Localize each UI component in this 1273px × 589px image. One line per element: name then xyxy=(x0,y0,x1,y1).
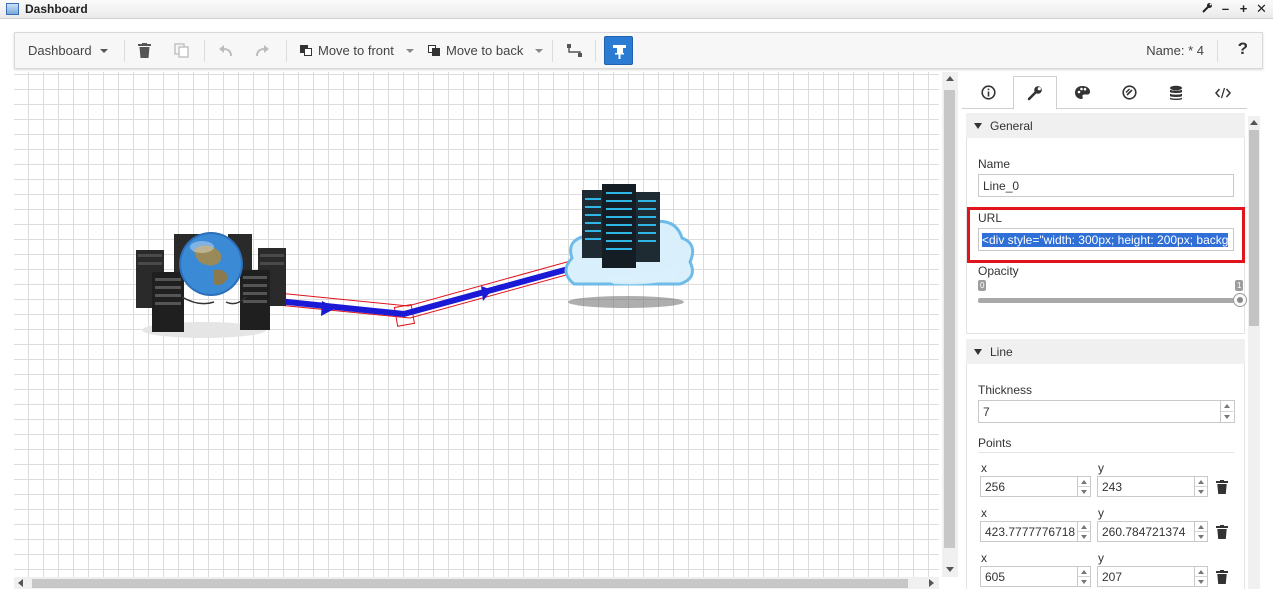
tab-code[interactable] xyxy=(1201,76,1245,109)
point-y-label: y xyxy=(1098,506,1104,520)
panel-tabs xyxy=(962,72,1247,110)
point-x-label: x xyxy=(981,461,987,475)
wrench-icon xyxy=(1027,86,1042,101)
code-icon xyxy=(1215,87,1231,98)
point-x-stepper[interactable] xyxy=(1077,567,1090,586)
point-x-input[interactable] xyxy=(980,521,1091,542)
send-back-icon xyxy=(428,45,440,56)
bring-front-icon xyxy=(300,45,312,56)
delete-point-icon[interactable] xyxy=(1216,480,1228,494)
copy-icon xyxy=(174,43,189,58)
collapse-icon xyxy=(974,122,982,129)
point-y-input[interactable] xyxy=(1097,476,1208,497)
undo-button[interactable] xyxy=(219,33,233,68)
dashboard-canvas[interactable] xyxy=(14,72,939,577)
window-title: Dashboard xyxy=(25,2,88,16)
opacity-slider-track[interactable] xyxy=(978,298,1240,303)
tab-data[interactable] xyxy=(1154,76,1198,109)
point-y-input[interactable] xyxy=(1097,566,1208,587)
point-x-stepper[interactable] xyxy=(1077,477,1090,496)
opacity-slider-handle[interactable] xyxy=(1233,293,1247,307)
pin-icon xyxy=(613,45,626,59)
redo-button[interactable] xyxy=(255,33,269,68)
chevron-down-icon xyxy=(405,48,414,53)
panel-scrollbar[interactable] xyxy=(1248,116,1260,589)
point-row: xy xyxy=(967,456,1246,501)
name-indicator: Name: * 4 xyxy=(1146,43,1204,58)
canvas-vertical-scrollbar[interactable] xyxy=(942,72,958,577)
link-icon xyxy=(1121,85,1137,100)
database-icon xyxy=(1170,85,1182,100)
connector-button[interactable] xyxy=(567,33,582,68)
tab-link[interactable] xyxy=(1107,76,1151,109)
opacity-min-label: 0 xyxy=(978,280,987,291)
point-x-stepper[interactable] xyxy=(1077,522,1090,541)
close-icon[interactable]: ✕ xyxy=(1256,1,1267,17)
point-y-stepper[interactable] xyxy=(1194,567,1207,586)
palette-icon xyxy=(1074,86,1090,99)
redo-icon xyxy=(256,44,269,56)
minimize-icon[interactable]: – xyxy=(1220,1,1231,17)
point-row: xy xyxy=(967,546,1246,589)
connector-icon xyxy=(567,44,582,57)
duplicate-button[interactable] xyxy=(174,33,189,68)
tab-style[interactable] xyxy=(1060,76,1104,109)
canvas-horizontal-scrollbar[interactable] xyxy=(14,577,939,589)
maximize-icon[interactable]: + xyxy=(1238,1,1249,17)
point-y-stepper[interactable] xyxy=(1194,522,1207,541)
delete-button[interactable] xyxy=(138,33,151,68)
point-y-label: y xyxy=(1098,461,1104,475)
name-field-label: Name xyxy=(978,157,1011,171)
general-section-header[interactable]: General xyxy=(966,113,1245,138)
opacity-label: Opacity xyxy=(978,264,1019,278)
connector-line[interactable] xyxy=(267,265,573,318)
point-x-label: x xyxy=(981,551,987,565)
server-globe-image[interactable] xyxy=(136,232,286,338)
collapse-icon xyxy=(974,348,982,355)
line-section: Thickness Points xyxyxy xyxy=(966,364,1245,589)
chevron-down-icon xyxy=(535,48,544,53)
thickness-stepper[interactable] xyxy=(1220,401,1233,422)
point-y-input[interactable] xyxy=(1097,521,1208,542)
cloud-server-image[interactable] xyxy=(564,184,695,308)
move-to-front-label: Move to front xyxy=(318,43,394,58)
tab-properties[interactable] xyxy=(1013,76,1057,110)
line-header-label: Line xyxy=(990,344,1013,359)
point-y-label: y xyxy=(1098,551,1104,565)
point-row: xy xyxy=(967,501,1246,546)
window-titlebar: Dashboard – + ✕ xyxy=(0,0,1273,19)
pin-panel-button[interactable] xyxy=(604,36,633,65)
point-x-input[interactable] xyxy=(980,566,1091,587)
trash-icon xyxy=(138,43,151,58)
opacity-max-label: 1 xyxy=(1235,280,1244,291)
chevron-down-icon xyxy=(99,48,108,53)
name-field[interactable] xyxy=(978,174,1234,197)
points-label: Points xyxy=(978,436,1012,450)
help-button[interactable]: ? xyxy=(1238,39,1248,59)
move-to-front-button[interactable]: Move to front xyxy=(300,33,414,68)
url-highlight-box xyxy=(967,207,1245,263)
general-header-label: General xyxy=(990,118,1033,133)
undo-icon xyxy=(219,44,232,56)
point-y-stepper[interactable] xyxy=(1194,477,1207,496)
delete-point-icon[interactable] xyxy=(1216,570,1228,584)
dashboard-menu-button[interactable]: Dashboard xyxy=(28,33,108,68)
delete-point-icon[interactable] xyxy=(1216,525,1228,539)
line-section-header[interactable]: Line xyxy=(966,339,1245,364)
move-to-back-label: Move to back xyxy=(446,43,524,58)
dashboard-menu-label: Dashboard xyxy=(28,43,92,58)
move-to-back-button[interactable]: Move to back xyxy=(428,33,544,68)
info-icon xyxy=(980,85,996,100)
point-x-label: x xyxy=(981,506,987,520)
toolbar: Dashboard Move to front Move to back Nam… xyxy=(14,32,1263,69)
tab-info[interactable] xyxy=(966,76,1010,109)
properties-panel: General Name URL <div style="width: 300p… xyxy=(962,72,1273,589)
thickness-label: Thickness xyxy=(978,383,1033,397)
point-x-input[interactable] xyxy=(980,476,1091,497)
thickness-input[interactable] xyxy=(978,400,1235,423)
wrench-icon[interactable] xyxy=(1202,1,1213,17)
app-icon xyxy=(6,3,19,15)
